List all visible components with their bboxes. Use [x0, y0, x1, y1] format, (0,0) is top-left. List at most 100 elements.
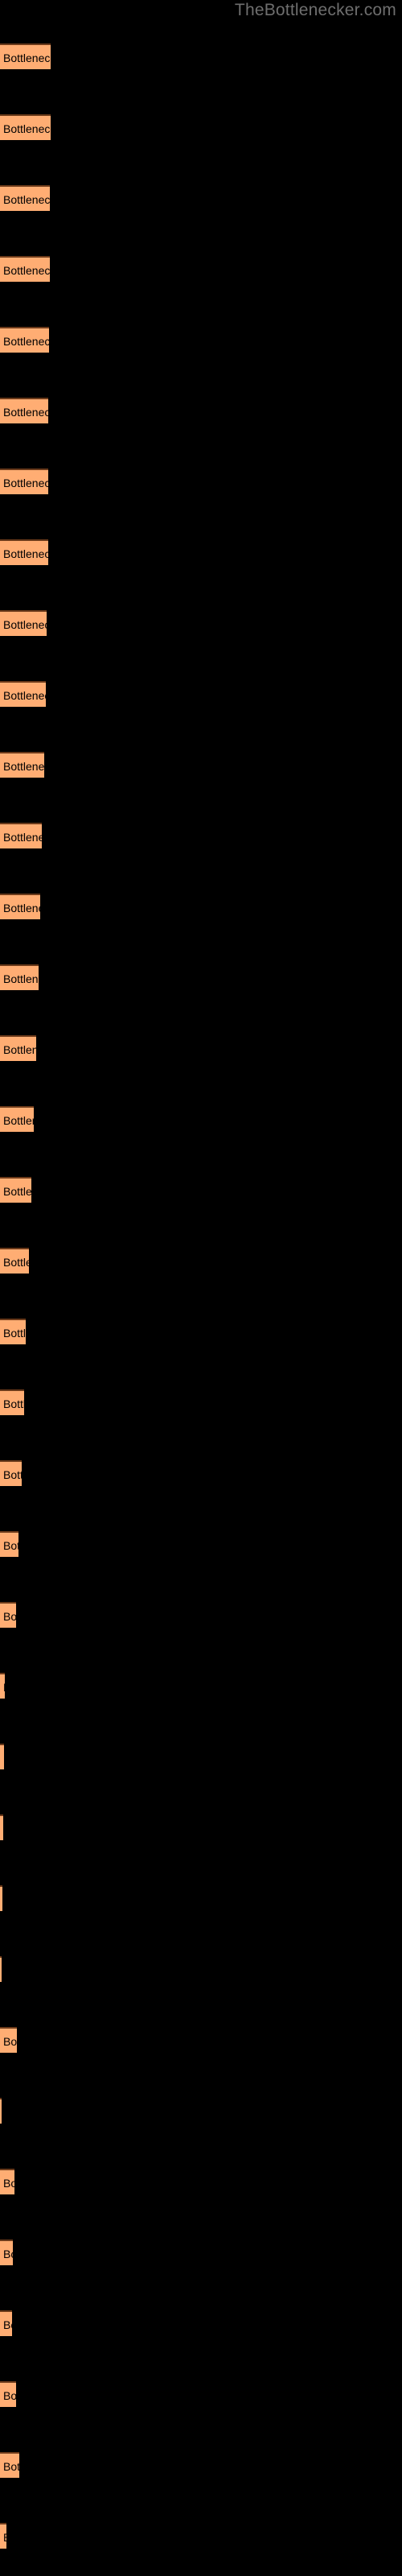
bar-row: Bottleneck result [0, 43, 402, 69]
bar-label: Bottleneck result [3, 2035, 17, 2048]
bar-34[interactable]: Bottleneck result [0, 2381, 16, 2407]
bar-32[interactable]: Bottleneck result [0, 2240, 13, 2265]
bar-row: Bottleneck result [0, 894, 402, 919]
bar-25[interactable]: Bottleneck result [0, 1744, 4, 1769]
bar-label: Bottleneck result [3, 406, 48, 419]
bar-row: Bottleneck result [0, 1319, 402, 1344]
bar-19[interactable]: Bottleneck result [0, 1319, 26, 1344]
bar-label: Bottleneck result [3, 1043, 36, 1056]
bar-row: Bottleneck result [0, 1744, 402, 1769]
bar-label: Bottleneck result [3, 193, 50, 206]
bar-label: Bottleneck result [3, 902, 40, 914]
bar-row: Bottleneck result [0, 327, 402, 353]
bar-row: Bottleneck result [0, 2098, 402, 2124]
bar-label: Bottleneck result [3, 122, 51, 135]
bar-row: Bottleneck result [0, 539, 402, 565]
bar-33[interactable]: Bottleneck result [0, 2310, 12, 2336]
bar-row: Bottleneck result [0, 752, 402, 778]
bar-14[interactable]: Bottleneck result [0, 964, 39, 990]
bar-label: Bottleneck result [3, 1468, 22, 1481]
bar-row: Bottleneck result [0, 1956, 402, 1982]
bar-label: Bottleneck result [3, 2177, 14, 2190]
bar-row: Bottleneck result [0, 1673, 402, 1699]
bar-row: Bottleneck result [0, 1814, 402, 1840]
bar-label: Bottleneck result [3, 264, 50, 277]
bar-17[interactable]: Bottleneck result [0, 1177, 31, 1203]
bar-label: Bottleneck result [3, 2318, 12, 2331]
bar-row: Bottleneck result [0, 398, 402, 423]
bar-label: Bottleneck result [3, 1397, 24, 1410]
bar-22[interactable]: Bottleneck result [0, 1531, 18, 1557]
bar-label: Bottleneck result [3, 2248, 13, 2260]
bar-row: Bottleneck result [0, 2169, 402, 2194]
bar-row: Bottleneck result [0, 1389, 402, 1415]
bar-row: Bottleneck result [0, 1602, 402, 1628]
bar-3[interactable]: Bottleneck result [0, 185, 50, 211]
bar-row: Bottleneck result [0, 823, 402, 848]
bar-11[interactable]: Bottleneck result [0, 752, 44, 778]
bar-31[interactable]: Bottleneck result [0, 2169, 14, 2194]
bar-4[interactable]: Bottleneck result [0, 256, 50, 282]
bar-label: Bottleneck result [3, 972, 39, 985]
bar-30[interactable]: Bottleneck result [0, 2098, 2, 2124]
bar-21[interactable]: Bottleneck result [0, 1460, 22, 1486]
bottleneck-bar-chart: TheBottlenecker.com Bottleneck result Bot… [0, 0, 402, 2576]
bar-label: Bottleneck result [3, 2389, 16, 2402]
bar-24[interactable]: Bottleneck result [0, 1673, 5, 1699]
bar-row: Bottleneck result [0, 964, 402, 990]
bar-12[interactable]: Bottleneck result [0, 823, 42, 848]
bar-26[interactable]: Bottleneck result [0, 1814, 3, 1840]
bar-35[interactable]: Bottleneck result [0, 2452, 19, 2478]
bar-13[interactable]: Bottleneck result [0, 894, 40, 919]
bar-row: Bottleneck result [0, 1106, 402, 1132]
bar-row: Bottleneck result [0, 1177, 402, 1203]
bar-15[interactable]: Bottleneck result [0, 1035, 36, 1061]
bar-7[interactable]: Bottleneck result [0, 469, 48, 494]
bar-row: Bottleneck result [0, 2027, 402, 2053]
bar-36[interactable]: Bottleneck result [0, 2523, 6, 2549]
bar-row: Bottleneck result [0, 681, 402, 707]
bar-2[interactable]: Bottleneck result [0, 114, 51, 140]
bar-row: Bottleneck result [0, 185, 402, 211]
bar-20[interactable]: Bottleneck result [0, 1389, 24, 1415]
bar-row: Bottleneck result [0, 2381, 402, 2407]
bar-label: Bottleneck result [3, 1114, 34, 1127]
bar-row: Bottleneck result [0, 2240, 402, 2265]
bar-label: Bottleneck result [3, 1539, 18, 1552]
bar-row: Bottleneck result [0, 1035, 402, 1061]
bar-label: Bottleneck result [3, 1610, 16, 1623]
bar-5[interactable]: Bottleneck result [0, 327, 49, 353]
bar-27[interactable]: Bottleneck result [0, 1885, 2, 1911]
bar-label: Bottleneck result [3, 1256, 29, 1269]
bar-8[interactable]: Bottleneck result [0, 539, 48, 565]
bar-row: Bottleneck result [0, 469, 402, 494]
bar-10[interactable]: Bottleneck result [0, 681, 46, 707]
bar-label: Bottleneck result [3, 760, 44, 773]
bar-29[interactable]: Bottleneck result [0, 2027, 17, 2053]
bar-row: Bottleneck result [0, 1248, 402, 1274]
site-watermark: TheBottlenecker.com [234, 1, 396, 19]
bar-label: Bottleneck result [3, 1674, 5, 1699]
bar-9[interactable]: Bottleneck result [0, 610, 47, 636]
bar-row: Bottleneck result [0, 1531, 402, 1557]
bar-row: Bottleneck result [0, 114, 402, 140]
bar-row: Bottleneck result [0, 256, 402, 282]
bar-label: Bottleneck result [3, 2524, 6, 2549]
bar-row: Bottleneck result [0, 610, 402, 636]
bar-6[interactable]: Bottleneck result [0, 398, 48, 423]
bar-label: Bottleneck result [3, 1185, 31, 1198]
bar-label: Bottleneck result [3, 689, 46, 702]
bar-label: Bottleneck result [3, 2460, 19, 2473]
bar-18[interactable]: Bottleneck result [0, 1248, 29, 1274]
bar-label: Bottleneck result [3, 477, 48, 489]
bar-16[interactable]: Bottleneck result [0, 1106, 34, 1132]
bar-row: Bottleneck result [0, 2452, 402, 2478]
bar-23[interactable]: Bottleneck result [0, 1602, 16, 1628]
bar-label: Bottleneck result [3, 831, 42, 844]
bar-1[interactable]: Bottleneck result [0, 43, 51, 69]
bar-28[interactable]: Bottleneck result [0, 1956, 2, 1982]
bar-label: Bottleneck result [3, 52, 51, 64]
bar-label: Bottleneck result [3, 547, 48, 560]
bar-label: Bottleneck result [3, 1327, 26, 1340]
bar-row: Bottleneck result [0, 1885, 402, 1911]
